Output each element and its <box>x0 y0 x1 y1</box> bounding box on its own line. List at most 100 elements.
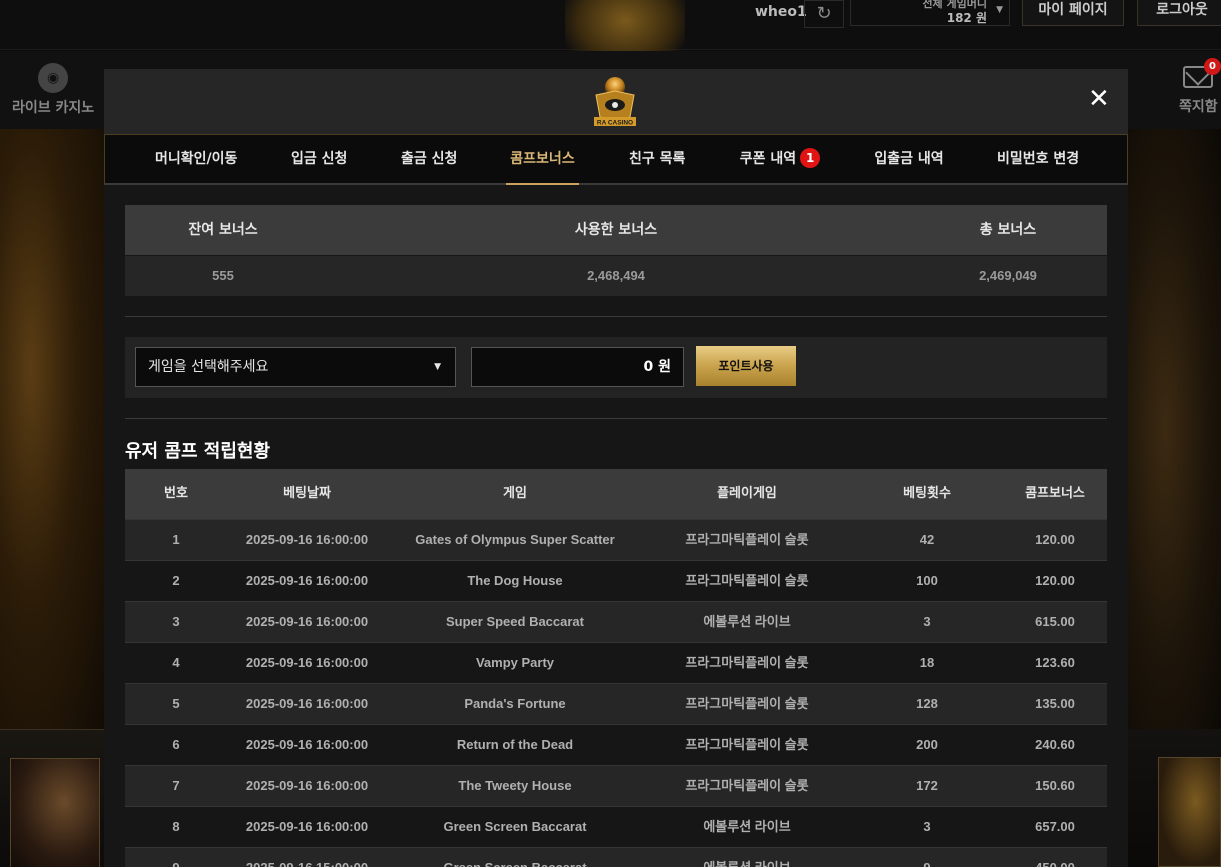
cell-bet-date: 2025-09-16 16:00:00 <box>245 778 369 793</box>
cell-number: 5 <box>172 696 180 711</box>
nav-live-casino[interactable]: ◉ 라이브 카지노 <box>12 63 94 117</box>
summary-value-row: 555 2,468,494 2,469,049 <box>125 256 1107 296</box>
tab-friends[interactable]: 친구 목록 <box>629 135 685 184</box>
close-icon[interactable]: ✕ <box>1088 86 1110 112</box>
total-money-dropdown[interactable]: 전체 게임머니 182 원 ▼ <box>850 0 1010 26</box>
cell-provider: 프라그마틱플레이 슬롯 <box>685 696 809 711</box>
bonus-summary: 잔여 보너스 사용한 보너스 총 보너스 555 2,468,494 2,469… <box>125 205 1107 296</box>
cell-bet-date: 2025-09-16 16:00:00 <box>245 655 369 670</box>
tab-transaction-history[interactable]: 입출금 내역 <box>874 135 944 184</box>
cell-bet-count: 128 <box>916 696 938 711</box>
logo-text: RA CASINO <box>597 120 633 127</box>
left-banner <box>0 129 104 729</box>
cell-comp-bonus: 240.60 <box>1035 737 1075 752</box>
cell-game: Green Screen Baccarat <box>443 819 587 834</box>
cell-game: The Dog House <box>467 573 563 588</box>
cell-provider: 에볼루션 라이브 <box>643 848 851 867</box>
col-bet-date-header: 베팅날짜 <box>283 486 331 501</box>
cell-number: 9 <box>125 848 227 867</box>
cell-game: Vampy Party <box>475 655 555 670</box>
col-number-header: 번호 <box>164 486 188 501</box>
cell-bet-count: 200 <box>916 737 938 752</box>
cell-comp-bonus: 615.00 <box>1035 614 1075 629</box>
cell-bet-date: 2025-09-16 16:00:00 <box>245 573 369 588</box>
my-page-button[interactable]: 마이 페이지 <box>1022 0 1124 26</box>
used-bonus-header: 사용한 보너스 <box>574 222 658 238</box>
cell-provider: 프라그마틱플레이 슬롯 <box>685 778 809 793</box>
tab-withdraw[interactable]: 출금 신청 <box>401 135 457 184</box>
total-bonus-value: 2,469,049 <box>979 268 1037 283</box>
cell-bet-count: 18 <box>919 655 935 670</box>
remaining-bonus-value: 555 <box>212 268 234 283</box>
section-title: 유저 콤프 적립현황 <box>125 441 271 462</box>
cell-number: 7 <box>172 778 180 793</box>
left-promo <box>0 729 104 867</box>
site-header: wheo1 ↻ 전체 게임머니 182 원 ▼ 마이 페이지 로그아웃 <box>0 0 1221 69</box>
cell-bet-date: 2025-09-16 16:00:00 <box>245 532 369 547</box>
username: wheo1 <box>755 4 807 20</box>
point-amount-input[interactable]: 0 원 <box>471 347 684 387</box>
remaining-bonus-header: 잔여 보너스 <box>188 222 258 238</box>
money-value: 182 원 <box>946 11 987 25</box>
refresh-icon[interactable]: ↻ <box>804 0 844 28</box>
summary-header-row: 잔여 보너스 사용한 보너스 총 보너스 <box>125 205 1107 255</box>
modal-tabs: 머니확인/이동 입금 신청 출금 신청 콤프보너스 친구 목록 쿠폰 내역 1 입… <box>104 134 1128 185</box>
comp-bonus-modal: RA CASINO ✕ 머니확인/이동 입금 신청 출금 신청 콤프보너스 친구… <box>104 69 1128 867</box>
cell-comp-bonus: 135.00 <box>1035 696 1075 711</box>
divider <box>125 316 1107 317</box>
cell-number: 2 <box>172 573 180 588</box>
cell-provider: 에볼루션 라이브 <box>703 819 791 834</box>
tab-deposit[interactable]: 입금 신청 <box>291 135 347 184</box>
cell-game: Gates of Olympus Super Scatter <box>415 532 615 547</box>
table-row: 7 2025-09-16 16:00:00 The Tweety House 프라그마… <box>125 765 1107 806</box>
cell-number: 4 <box>172 655 180 670</box>
used-bonus-value: 2,468,494 <box>587 268 645 283</box>
cell-game: The Tweety House <box>458 778 572 793</box>
cell-comp-bonus: 150.60 <box>1035 778 1075 793</box>
table-row: 4 2025-09-16 16:00:00 Vampy Party 프라그마틱플레이 … <box>125 642 1107 683</box>
cell-comp-bonus: 120.00 <box>1035 532 1075 547</box>
caret-down-icon: ▼ <box>434 362 441 372</box>
table-row: 3 2025-09-16 16:00:00 Super Speed Baccarat… <box>125 601 1107 642</box>
use-points-button[interactable]: 포인트사용 <box>696 346 796 386</box>
nav-message-label[interactable]: 쪽지함 <box>1179 96 1218 116</box>
cell-bet-date: 2025-09-16 16:00:00 <box>245 737 369 752</box>
modal-header: RA CASINO ✕ <box>104 69 1128 134</box>
cell-game: Super Speed Baccarat <box>445 614 584 629</box>
cell-bet-count: 42 <box>919 532 935 547</box>
table-row: 6 2025-09-16 16:00:00 Return of the Dead 프라… <box>125 724 1107 765</box>
col-game-header: 게임 <box>503 486 527 501</box>
right-promo <box>1128 729 1221 867</box>
cell-comp-bonus: 123.60 <box>1035 655 1075 670</box>
cell-bet-date: 2025-09-16 15:00:00 <box>227 848 387 867</box>
table-row: 92025-09-16 15:00:00Green Screen Baccara… <box>125 847 1107 867</box>
nav-label: 라이브 카지노 <box>12 100 95 116</box>
cell-bet-count: 100 <box>916 573 938 588</box>
col-provider-header: 플레이게임 <box>717 486 777 501</box>
table-header-row: 번호 베팅날짜 게임 플레이게임 베팅횟수 콤프보너스 <box>125 469 1107 519</box>
logout-button[interactable]: 로그아웃 <box>1137 0 1221 26</box>
caret-down-icon: ▼ <box>996 5 1003 15</box>
total-bonus-header: 총 보너스 <box>979 222 1037 238</box>
cell-bet-count: 3 <box>923 819 931 834</box>
cell-bet-count: 3 <box>923 614 931 629</box>
cell-comp-bonus: 120.00 <box>1035 573 1075 588</box>
cell-comp-bonus: 657.00 <box>1035 819 1075 834</box>
cell-number: 3 <box>172 614 180 629</box>
game-select[interactable]: 게임을 선택해주세요 ▼ <box>135 347 456 387</box>
col-bet-count-header: 베팅횟수 <box>903 486 951 501</box>
tab-money-transfer[interactable]: 머니확인/이동 <box>155 135 237 184</box>
col-comp-bonus-header: 콤프보너스 <box>1025 486 1085 501</box>
cell-game: Green Screen Baccarat <box>387 848 643 867</box>
cell-comp-bonus: 450.00 <box>1003 848 1107 867</box>
table-row: 2 2025-09-16 16:00:00 The Dog House 프라그마틱플레… <box>125 560 1107 601</box>
chip-icon: ◉ <box>38 63 69 93</box>
tab-comp-bonus[interactable]: 콤프보너스 <box>506 135 579 185</box>
cell-number: 1 <box>172 532 180 547</box>
casino-logo: RA CASINO <box>594 77 636 127</box>
right-banner <box>1128 129 1221 729</box>
cell-provider: 에볼루션 라이브 <box>703 614 791 629</box>
tab-change-password[interactable]: 비밀번호 변경 <box>997 135 1079 184</box>
game-select-placeholder: 게임을 선택해주세요 <box>148 359 269 375</box>
tab-coupons[interactable]: 쿠폰 내역 1 <box>739 135 821 184</box>
